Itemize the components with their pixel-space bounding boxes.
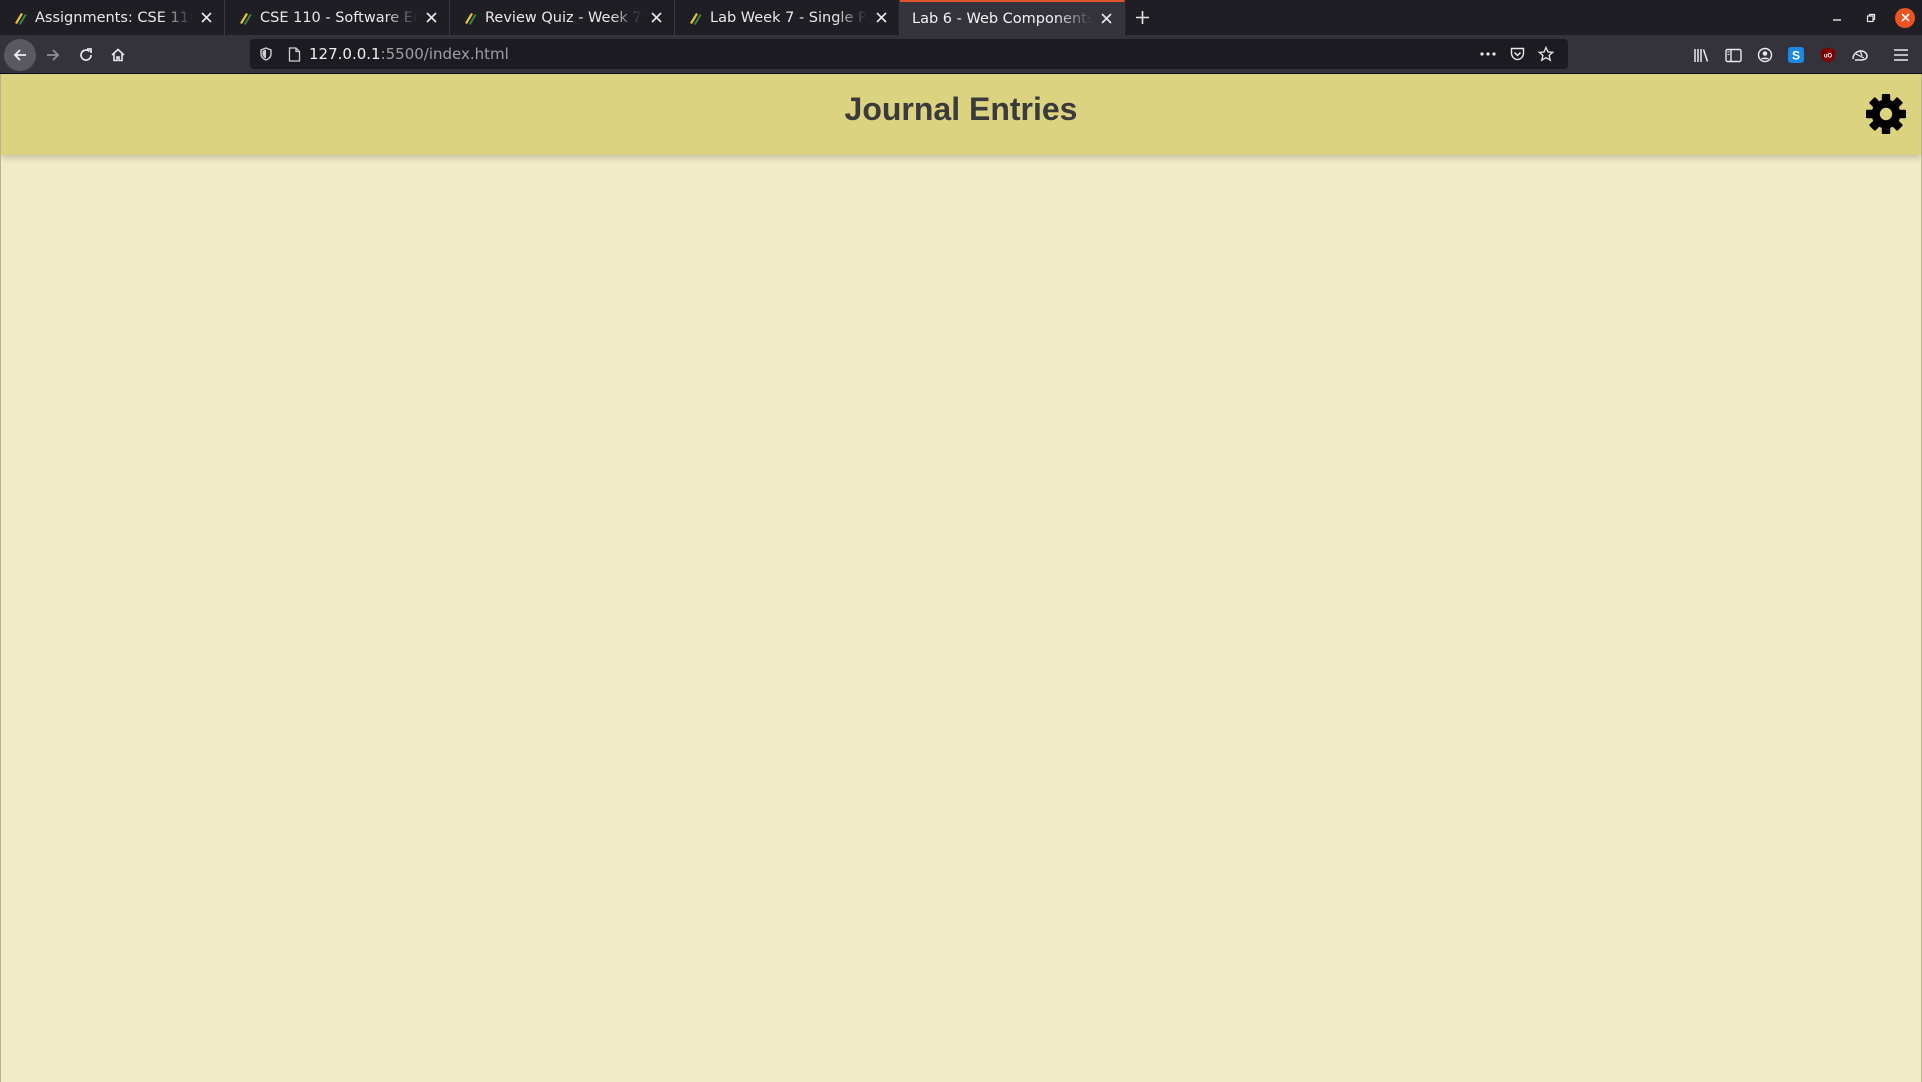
close-icon [1900, 13, 1910, 22]
reload-icon [80, 48, 92, 61]
home-button[interactable] [102, 39, 134, 71]
url-host: 127.0.0.1 [309, 45, 381, 63]
account-icon[interactable] [1756, 46, 1774, 64]
page-actions-icon[interactable] [1480, 46, 1496, 62]
restore-button[interactable] [1854, 0, 1888, 35]
window-controls [1820, 0, 1922, 35]
tab-close-icon[interactable] [198, 10, 214, 26]
new-tab-button[interactable] [1125, 0, 1159, 35]
hamburger-menu-icon[interactable] [1892, 46, 1910, 64]
close-window-button[interactable] [1888, 0, 1922, 35]
page-title: Journal Entries [844, 91, 1078, 127]
minimize-icon [1833, 18, 1841, 21]
skype-extension-icon[interactable]: S [1787, 46, 1805, 64]
forward-arrow-icon [47, 49, 60, 61]
minimize-button[interactable] [1820, 0, 1854, 35]
bookmark-star-icon[interactable] [1538, 46, 1554, 62]
settings-button[interactable] [1865, 93, 1907, 135]
canvas-favicon-icon [15, 12, 27, 25]
tab-title: Lab Week 7 - Single Page [710, 9, 867, 26]
browser-tab[interactable]: Lab Week 7 - Single Page [675, 0, 900, 35]
sidebar-icon[interactable] [1724, 46, 1742, 64]
back-arrow-icon [13, 49, 26, 61]
browser-tab-active[interactable]: Lab 6 - Web Components [900, 0, 1125, 35]
close-circle [1895, 7, 1915, 28]
shield-icon[interactable] [258, 46, 274, 62]
url-path: :5500/index.html [380, 45, 509, 63]
tab-title: Lab 6 - Web Components [912, 10, 1092, 27]
extension-icon[interactable] [1851, 46, 1869, 64]
browser-tab[interactable]: Review Quiz - Week 7: CS [450, 0, 675, 35]
svg-text:uO: uO [1824, 54, 1833, 60]
restore-icon [1866, 13, 1876, 22]
svg-text:S: S [1792, 49, 1800, 63]
forward-button[interactable] [37, 39, 69, 71]
home-icon [111, 48, 125, 62]
tab-close-icon[interactable] [423, 10, 439, 26]
browser-tab[interactable]: Assignments: CSE 110 - S [0, 0, 225, 35]
tab-close-icon[interactable] [873, 10, 889, 26]
browser-tab[interactable]: CSE 110 - Software Engin [225, 0, 450, 35]
gear-icon [1866, 94, 1906, 134]
url-bar[interactable]: 127.0.0.1:5500/index.html [250, 39, 1568, 69]
reload-button[interactable] [70, 39, 102, 71]
library-icon[interactable] [1692, 46, 1710, 64]
tab-strip: Assignments: CSE 110 - S CSE 110 - Softw… [0, 0, 1922, 35]
canvas-favicon-icon [240, 12, 252, 25]
back-button[interactable] [4, 39, 36, 71]
plus-icon [1135, 11, 1149, 24]
page-info-icon[interactable] [286, 46, 302, 62]
pocket-icon[interactable] [1509, 46, 1525, 62]
canvas-favicon-icon [690, 12, 702, 25]
tab-title: Assignments: CSE 110 - S [35, 9, 192, 26]
canvas-favicon-icon [465, 12, 477, 25]
ublock-origin-icon[interactable]: uO [1819, 46, 1837, 64]
page-viewport: Journal Entries [0, 74, 1922, 1082]
navigation-toolbar: 127.0.0.1:5500/index.html S uO [0, 35, 1922, 74]
tab-close-icon[interactable] [1098, 11, 1114, 27]
url-text: 127.0.0.1:5500/index.html [309, 39, 509, 69]
page-header: Journal Entries [1, 74, 1921, 155]
tab-title: Review Quiz - Week 7: CS [485, 9, 642, 26]
tab-close-icon[interactable] [648, 10, 664, 26]
tab-title: CSE 110 - Software Engin [260, 9, 417, 26]
